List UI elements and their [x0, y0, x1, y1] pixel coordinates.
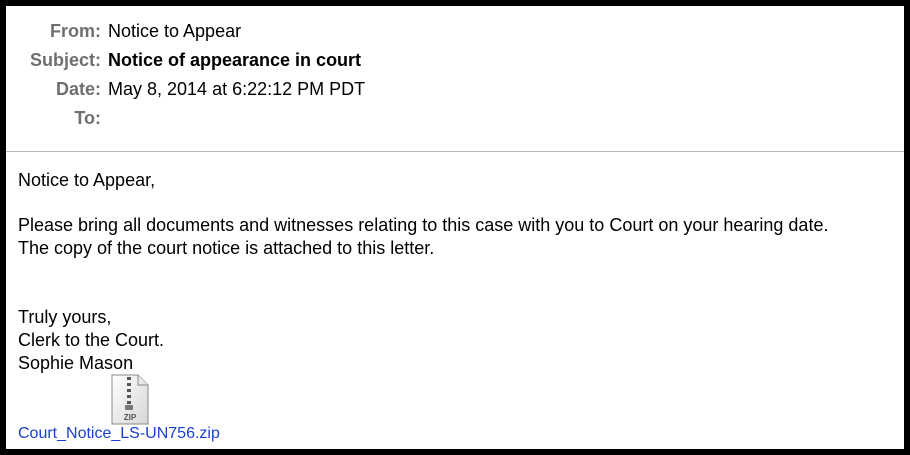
to-row: To:	[6, 108, 904, 137]
from-row: From: Notice to Appear	[6, 21, 904, 50]
email-header: From: Notice to Appear Subject: Notice o…	[6, 6, 904, 137]
zip-icon-label: ZIP	[124, 413, 137, 422]
email-message-window: From: Notice to Appear Subject: Notice o…	[6, 6, 904, 449]
email-body: Notice to Appear, Please bring all docum…	[18, 169, 828, 375]
from-label: From:	[50, 21, 101, 41]
date-row: Date: May 8, 2014 at 6:22:12 PM PDT	[6, 79, 904, 108]
subject-label: Subject:	[29, 50, 101, 70]
body-line-2: The copy of the court notice is attached…	[18, 238, 435, 258]
attachment-filename-link[interactable]: Court_Notice_LS-UN756.zip	[18, 425, 220, 443]
subject-value: Notice of appearance in court	[108, 50, 362, 70]
signature-title: Clerk to the Court.	[18, 330, 165, 350]
header-divider	[6, 151, 904, 152]
from-value[interactable]: Notice to Appear	[108, 21, 241, 42]
zip-file-icon[interactable]: ZIP	[110, 374, 150, 426]
body-line-1: Please bring all documents and witnesses…	[18, 215, 829, 235]
closing: Truly yours,	[18, 307, 112, 327]
date-label: Date:	[55, 79, 101, 99]
date-value: May 8, 2014 at 6:22:12 PM PDT	[108, 79, 366, 99]
subject-row: Subject: Notice of appearance in court	[6, 50, 904, 79]
greeting: Notice to Appear,	[18, 170, 156, 190]
to-label: To:	[74, 108, 101, 128]
signature-name: Sophie Mason	[18, 353, 134, 373]
